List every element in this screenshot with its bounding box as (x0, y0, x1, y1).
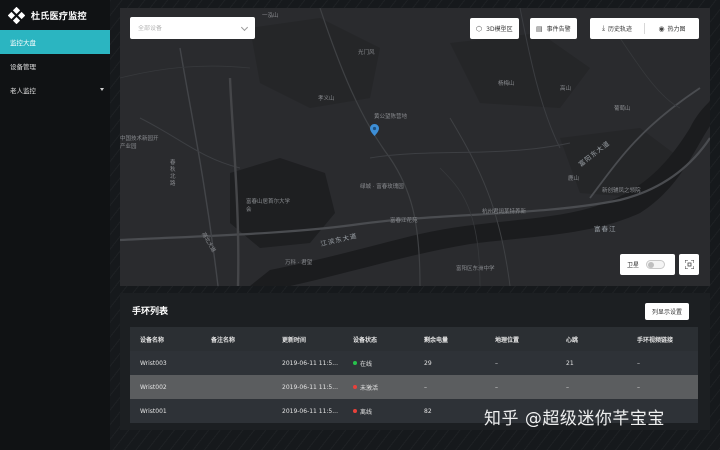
logo-icon (8, 6, 25, 24)
column-header[interactable]: 手环视频链接 (627, 335, 698, 344)
map-label: 葡萄山 (614, 106, 631, 112)
status-dot (353, 384, 357, 389)
status-cell: 离线 (343, 407, 414, 416)
battery-cell: 29 (424, 359, 432, 367)
heatmap-button[interactable]: ◉ 热力图 (645, 24, 699, 34)
status-text: 离线 (360, 408, 373, 416)
battery-cell: – (424, 383, 427, 391)
chevron-down-icon (240, 23, 249, 32)
sidebar-item-label: 监控大盘 (10, 39, 36, 47)
status-cell: 在线 (343, 359, 414, 368)
toggle-knob (648, 262, 655, 268)
table-row[interactable]: Wrist002 2019-06-11 11:5... 未激活 – – – – (130, 375, 698, 399)
column-settings-button[interactable]: 列显示设置 (645, 303, 690, 320)
sidebar-item-label: 设备管理 (10, 63, 36, 71)
download-icon: ⤓ (601, 24, 606, 32)
model3d-button[interactable]: ⬡ 3D模型区 (470, 18, 519, 39)
video-link-cell: – (637, 383, 640, 391)
sidebar-item-devices[interactable]: 设备管理 (0, 54, 110, 78)
map-label: 光门风 (358, 50, 375, 56)
column-header[interactable]: 剩余电量 (414, 335, 485, 344)
heartbeat-cell: – (566, 383, 569, 391)
map-tool-group: ⤓ 历史轨迹 ◉ 热力图 (590, 18, 699, 39)
history-track-button[interactable]: ⤓ 历史轨迹 (590, 24, 644, 33)
column-header[interactable]: 设备状态 (343, 335, 414, 344)
table-row[interactable]: Wrist003 2019-06-11 11:5... 在线 29 – 21 – (130, 351, 698, 375)
satellite-toggle[interactable] (646, 260, 666, 269)
update-time-cell: 2019-06-11 11:5... (282, 359, 338, 367)
map-label: 富春山居首尔大学会 (246, 199, 291, 213)
status-text: 在线 (360, 360, 373, 368)
map-label: 一泓山 (262, 13, 279, 19)
column-header[interactable]: 更新时间 (272, 335, 343, 344)
column-header[interactable]: 心跳 (556, 335, 627, 344)
sidebar-item-label: 老人监控 (10, 87, 36, 95)
satellite-label: 卫星 (627, 262, 640, 269)
app-title: 杜氏医疗监控 (31, 11, 87, 22)
heatmap-icon: ◉ (658, 24, 665, 33)
cube-icon: ⬡ (476, 24, 483, 33)
watermark: 知乎 @超级迷你芊宝宝 (484, 409, 665, 429)
map-label: 新创辅凤之领院 (602, 188, 641, 194)
panel-title: 手环列表 (132, 307, 169, 317)
update-time-cell: 2019-06-11 11:5... (282, 407, 338, 415)
column-header[interactable]: 设备名称 (130, 335, 201, 344)
device-select[interactable] (130, 17, 255, 39)
model3d-label: 3D模型区 (486, 26, 513, 33)
map-label: 绿城 · 富春玫瑰园 (360, 184, 404, 190)
satellite-toggle-box: 卫星 (620, 254, 675, 275)
column-header[interactable]: 地理位置 (485, 335, 556, 344)
device-name-cell: Wrist003 (140, 359, 167, 367)
status-text: 未激活 (360, 384, 379, 392)
map-label: 万科 · 君望 (285, 260, 313, 266)
location-cell: – (495, 359, 498, 367)
sidebar-item-elderly[interactable]: 老人监控 (0, 78, 110, 102)
table-header: 设备名称 备注名称 更新时间 设备状态 剩余电量 地理位置 心跳 手环视频链接 (130, 327, 698, 351)
brand: 杜氏医疗监控 (0, 0, 110, 30)
map-label: 中国技术新园开产业园 (120, 136, 159, 150)
status-cell: 未激活 (343, 383, 414, 392)
map-label: 富春江花苑 (390, 218, 418, 224)
device-name-cell: Wrist001 (140, 407, 167, 415)
battery-cell: 82 (424, 407, 432, 415)
map-label: 杨梅山 (498, 81, 515, 87)
fullscreen-button[interactable] (679, 254, 699, 275)
sidebar: 杜氏医疗监控 监控大盘 设备管理 老人监控 (0, 0, 110, 450)
history-track-label: 历史轨迹 (608, 26, 633, 33)
map-label: 黄公望陈营地 (374, 114, 408, 120)
map-label: 孝义山 (318, 96, 335, 102)
map-view[interactable]: 一泓山 光门风 孝义山 黄公望陈营地 杨梅山 高山 葡萄山 中国技术新园开产业园… (120, 8, 710, 286)
map-label: 富春江 (594, 225, 617, 233)
map-label: 富阳区东洲中学 (456, 266, 495, 272)
event-alert-button[interactable]: ▤ 事件告警 (530, 18, 577, 39)
document-icon: ▤ (536, 24, 543, 33)
map-label: 高山 (560, 86, 572, 92)
video-link-cell: – (637, 359, 640, 367)
map-label: 鹿山 (568, 176, 580, 182)
device-select-input[interactable] (138, 24, 238, 32)
fullscreen-icon (684, 260, 694, 269)
map-label: 春秋北路 (170, 160, 176, 187)
event-alert-label: 事件告警 (546, 26, 571, 33)
sidebar-item-dashboard[interactable]: 监控大盘 (0, 30, 110, 54)
location-cell: – (495, 383, 498, 391)
device-name-cell: Wrist002 (140, 383, 167, 391)
map-label: 杭州君阔某特养新 (482, 209, 527, 215)
heartbeat-cell: 21 (566, 359, 574, 367)
heatmap-label: 热力图 (667, 26, 686, 33)
status-dot (353, 360, 357, 365)
status-dot (353, 408, 357, 413)
column-header[interactable]: 备注名称 (201, 335, 272, 344)
update-time-cell: 2019-06-11 11:5... (282, 383, 338, 391)
location-pin-icon[interactable] (370, 124, 379, 136)
caret-down-icon (100, 88, 104, 91)
